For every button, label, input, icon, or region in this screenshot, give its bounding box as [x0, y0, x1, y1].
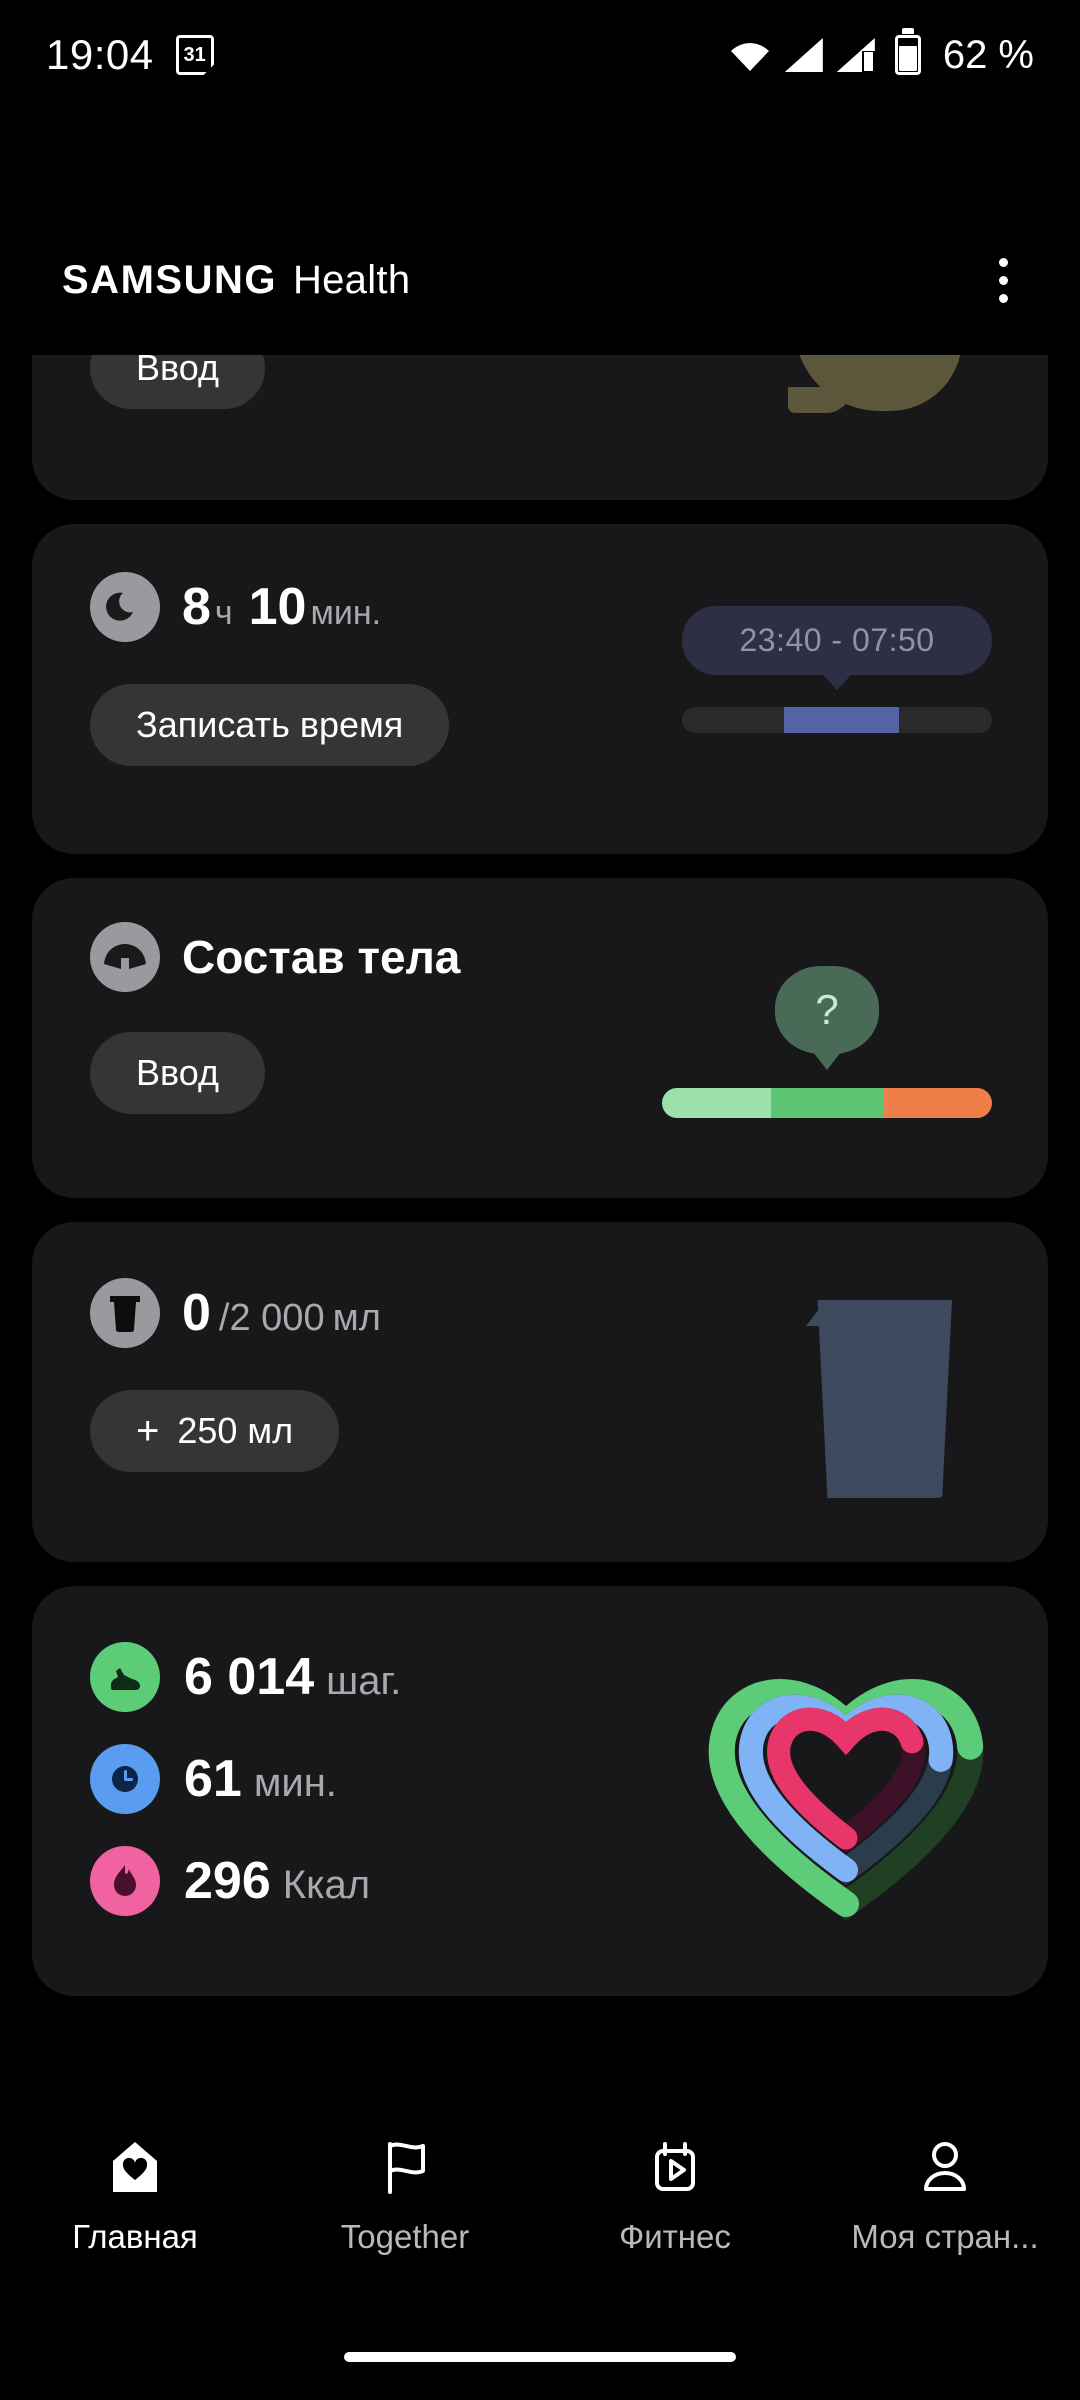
food-input-button[interactable]: Ввод [90, 355, 265, 409]
app-header: SAMSUNG Health [0, 235, 1080, 325]
body-range-segment-0 [662, 1088, 771, 1118]
body-help-label: ? [815, 986, 839, 1033]
plus-icon: + [136, 1408, 160, 1453]
sleep-hours-unit: ч [214, 594, 233, 632]
battery-icon [894, 28, 921, 75]
sleep-minutes-value: 10 [248, 578, 307, 636]
sleep-chart: 23:40 - 07:50 [682, 606, 992, 733]
water-glass-illustration [817, 1300, 952, 1498]
status-time: 19:04 [46, 31, 154, 78]
status-bar-right: 62 % [729, 28, 1034, 78]
nav-item-2[interactable]: Фитнес [550, 2136, 800, 2256]
water-amount: 0 /2 000 мл [182, 1287, 381, 1339]
activity-value-group: 296 Ккал [184, 1855, 370, 1907]
card-activity[interactable]: 6 014 шаг. 61 мин. 296 Ккал [32, 1586, 1048, 1996]
activity-value: 61 [184, 1750, 242, 1808]
sleep-record-time-button[interactable]: Записать время [90, 684, 450, 766]
water-cup-icon [90, 1278, 160, 1348]
activity-value-group: 6 014 шаг. [184, 1651, 401, 1703]
calendar-icon: 31 [175, 35, 216, 77]
home-indicator[interactable] [344, 2352, 736, 2362]
water-current-value: 0 [182, 1284, 211, 1342]
sleep-progress-fill [784, 707, 899, 733]
status-bar: 19:04 31 62 % [0, 0, 1080, 110]
activity-value: 296 [184, 1852, 271, 1910]
brand-health-label: Health [292, 257, 411, 302]
water-add-button[interactable]: + 250 мл [90, 1390, 340, 1472]
card-food-inner: Ввод [32, 355, 1048, 500]
status-bar-left: 19:04 31 [46, 31, 216, 79]
sleep-hours-value: 8 [182, 578, 211, 636]
signal-icon [784, 38, 823, 72]
activity-value: 6 014 [184, 1648, 315, 1706]
body-composition-title: Состав тела [182, 931, 461, 983]
nav-label: Главная [72, 2218, 198, 2255]
body-scale-icon [90, 922, 160, 992]
food-illustration [788, 355, 962, 413]
brand-samsung-label: SAMSUNG [62, 257, 277, 302]
body-input-button[interactable]: Ввод [90, 1032, 265, 1114]
water-goal-value: /2 000 [218, 1297, 325, 1339]
activity-unit: шаг. [326, 1659, 402, 1703]
sleep-progress-track [682, 707, 992, 733]
sleep-minutes-unit: мин. [310, 594, 382, 632]
bottom-navigation: Главная Together Фитнес Моя стран... [0, 2114, 1080, 2304]
water-unit-label: мл [332, 1297, 381, 1339]
card-body-composition[interactable]: Состав тела Ввод ? [32, 878, 1048, 1198]
body-help-tooltip[interactable]: ? [775, 966, 879, 1054]
sleep-duration: 8 ч 10 мин. [182, 581, 381, 633]
water-add-label: 250 мл [177, 1410, 294, 1451]
wifi-icon [729, 38, 771, 72]
nav-item-3[interactable]: Моя стран... [820, 2136, 1070, 2256]
nav-label: Together [340, 2218, 470, 2255]
flag-icon [374, 2136, 436, 2198]
card-activity-inner: 6 014 шаг. 61 мин. 296 Ккал [32, 1586, 1048, 1996]
clock-icon [90, 1744, 160, 1814]
battery-percent-label: 62 % [942, 32, 1034, 77]
activity-unit: Ккал [282, 1863, 371, 1907]
sleep-time-range-label: 23:40 - 07:50 [739, 622, 935, 658]
activity-unit: мин. [253, 1761, 337, 1805]
activity-heart-rings [696, 1652, 996, 1932]
body-range-segment-2 [883, 1088, 992, 1118]
nav-item-0[interactable]: Главная [10, 2136, 260, 2256]
card-sleep-inner: 8 ч 10 мин. Записать время 23:40 - 07:50 [32, 524, 1048, 854]
card-body-inner: Состав тела Ввод ? [32, 878, 1048, 1198]
flame-icon [90, 1846, 160, 1916]
nav-label: Фитнес [619, 2218, 731, 2255]
nav-item-1[interactable]: Together [280, 2136, 530, 2256]
activity-value-group: 61 мин. [184, 1753, 337, 1805]
more-options-icon[interactable] [989, 248, 1018, 313]
phone-screen: 19:04 31 62 % SAMSUNG Health Ввод 8 ч 10… [0, 0, 1080, 2400]
signal-icon [836, 38, 875, 72]
card-list: Ввод 8 ч 10 мин. Записать время 23:40 - … [0, 355, 1080, 2020]
body-composition-chart: ? [662, 966, 992, 1118]
calendar-day-label: 31 [183, 44, 206, 66]
sleep-time-tooltip: 23:40 - 07:50 [682, 606, 992, 675]
fitness-video-icon [644, 2136, 706, 2198]
card-water-inner: 0 /2 000 мл + 250 мл [32, 1222, 1048, 1562]
moon-icon [90, 572, 160, 642]
card-sleep[interactable]: 8 ч 10 мин. Записать время 23:40 - 07:50 [32, 524, 1048, 854]
card-food-partial[interactable]: Ввод [32, 355, 1048, 500]
person-icon [914, 2136, 976, 2198]
home-heart-icon [104, 2136, 166, 2198]
body-composition-range-bar [662, 1088, 992, 1118]
app-title: SAMSUNG Health [62, 258, 410, 303]
shoe-icon [90, 1642, 160, 1712]
card-water[interactable]: 0 /2 000 мл + 250 мл [32, 1222, 1048, 1562]
nav-label: Моя стран... [851, 2218, 1039, 2255]
body-range-segment-1 [770, 1088, 884, 1118]
